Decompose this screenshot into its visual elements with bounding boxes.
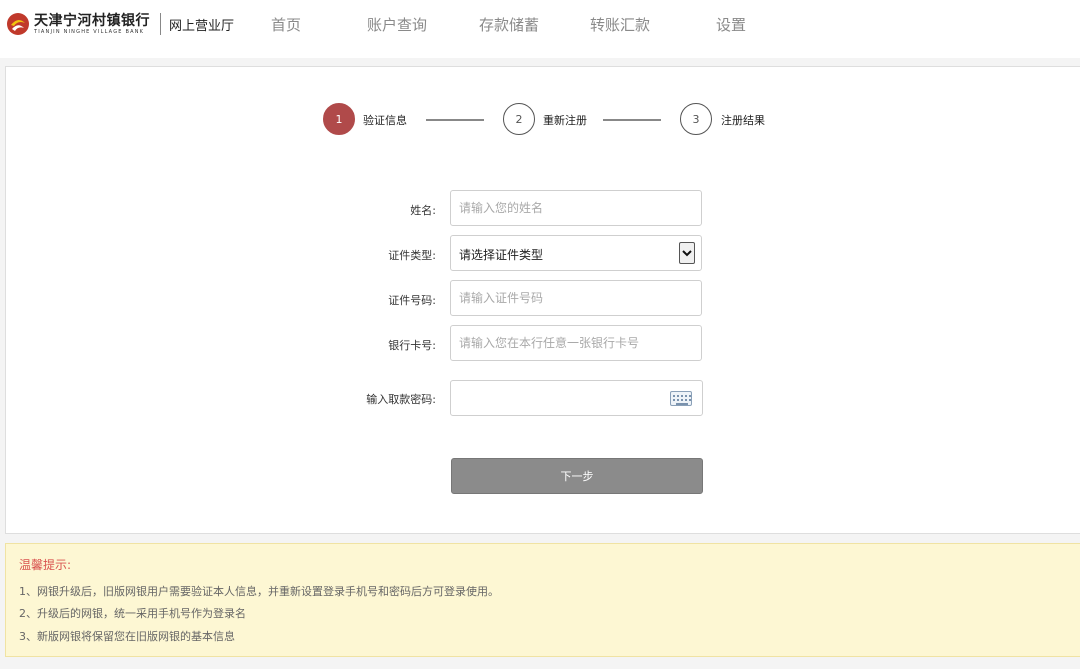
step-2-circle: 2 — [503, 103, 535, 135]
step-1-circle: 1 — [323, 103, 355, 135]
tip-line-3: 3、新版网银将保留您在旧版网银的基本信息 — [19, 630, 235, 643]
nav-deposit[interactable]: 存款储蓄 — [479, 14, 539, 35]
nav-transfer[interactable]: 转账汇款 — [590, 14, 650, 35]
step-2-label: 重新注册 — [543, 114, 587, 127]
step-indicator: 1 验证信息 2 重新注册 3 注册结果 — [6, 103, 1080, 137]
id-type-selected-value: 请选择证件类型 — [459, 248, 544, 262]
bank-name-cn: 天津宁河村镇银行 — [34, 12, 150, 29]
nav-home[interactable]: 首页 — [271, 14, 301, 35]
nav-settings[interactable]: 设置 — [716, 14, 746, 35]
tip-line-2: 2、升级后的网银，统一采用手机号作为登录名 — [19, 607, 246, 620]
step-connector-2 — [603, 119, 661, 121]
card-number-input[interactable] — [450, 325, 702, 361]
step-3-circle: 3 — [680, 103, 712, 135]
verification-panel: 1 验证信息 2 重新注册 3 注册结果 姓名: 证件类型: 请选择证件类型 证… — [5, 66, 1080, 534]
bank-logo[interactable]: 天津宁河村镇银行 TIANJIN NINGHE VILLAGE BANK 网上营… — [6, 12, 234, 36]
tips-box: 温馨提示: 1、网银升级后，旧版网银用户需要验证本人信息，并重新设置登录手机号和… — [5, 543, 1080, 657]
id-type-label: 证件类型: — [388, 249, 436, 262]
step-1-label: 验证信息 — [363, 114, 407, 127]
tip-line-1: 1、网银升级后，旧版网银用户需要验证本人信息，并重新设置登录手机号和密码后方可登… — [19, 585, 499, 598]
name-label: 姓名: — [410, 204, 436, 217]
nav-account-query[interactable]: 账户查询 — [367, 14, 427, 35]
chevron-down-icon[interactable] — [679, 242, 695, 264]
id-number-label: 证件号码: — [388, 294, 436, 307]
step-3-label: 注册结果 — [721, 114, 765, 127]
step-connector-1 — [426, 119, 484, 121]
id-number-input[interactable] — [450, 280, 702, 316]
password-input[interactable] — [450, 380, 703, 416]
bank-name-en: TIANJIN NINGHE VILLAGE BANK — [34, 28, 145, 35]
id-type-select[interactable]: 请选择证件类型 — [450, 235, 702, 271]
card-number-label: 银行卡号: — [388, 339, 436, 352]
password-label: 输入取款密码: — [366, 393, 436, 406]
bank-logo-icon — [6, 12, 30, 36]
name-input[interactable] — [450, 190, 702, 226]
keyboard-icon[interactable] — [670, 391, 692, 406]
site-subtitle: 网上营业厅 — [169, 18, 235, 34]
top-header: 天津宁河村镇银行 TIANJIN NINGHE VILLAGE BANK 网上营… — [0, 0, 1080, 58]
next-step-button[interactable]: 下一步 — [451, 458, 703, 494]
logo-divider — [160, 13, 161, 35]
tips-title: 温馨提示: — [19, 558, 72, 572]
